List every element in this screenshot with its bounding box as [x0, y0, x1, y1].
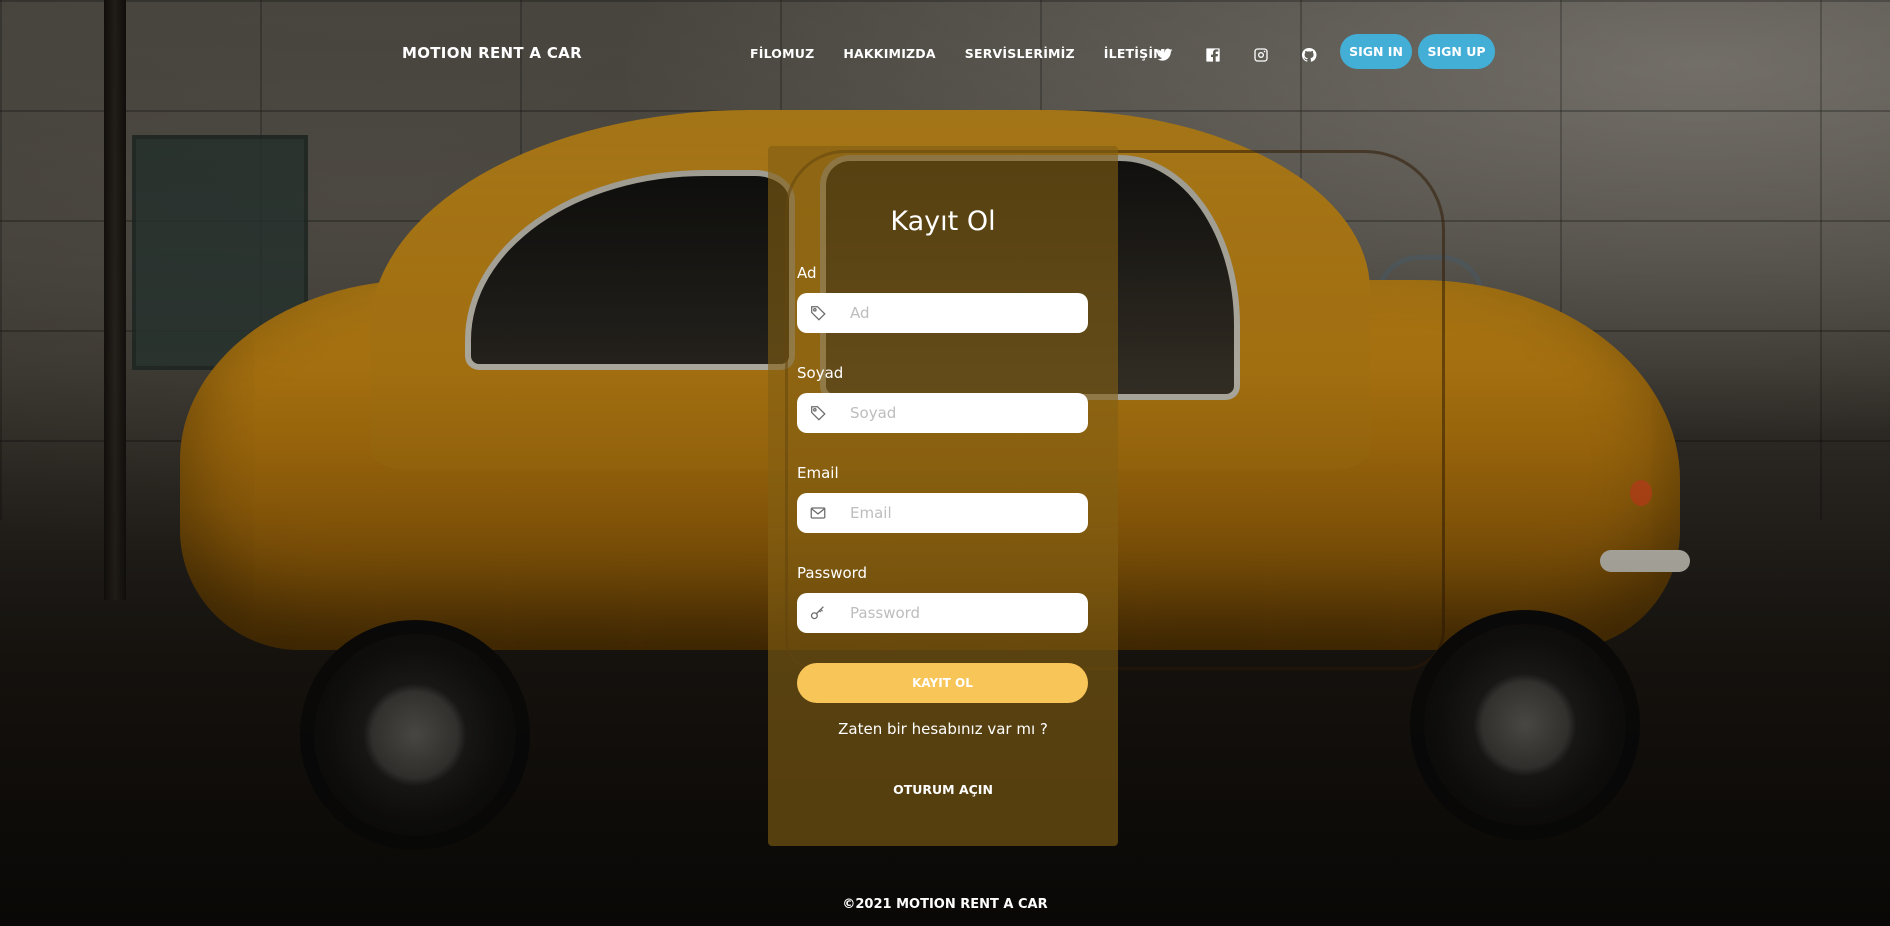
last-name-input[interactable] — [850, 404, 1070, 422]
password-field[interactable] — [797, 593, 1088, 633]
sign-in-button[interactable]: SIGN IN — [1340, 34, 1412, 69]
nav-link-filomuz[interactable]: FİLOMUZ — [750, 46, 814, 61]
tag-icon — [809, 304, 827, 322]
email-input[interactable] — [850, 504, 1070, 522]
last-name-label: Soyad — [797, 364, 844, 382]
instagram-icon[interactable] — [1253, 47, 1271, 65]
twitter-icon[interactable] — [1157, 47, 1175, 65]
github-icon[interactable] — [1301, 47, 1319, 65]
envelope-icon — [809, 504, 827, 522]
key-icon — [809, 604, 827, 622]
first-name-label: Ad — [797, 264, 817, 282]
nav-link-hakkimizda[interactable]: HAKKIMIZDA — [843, 46, 935, 61]
login-link[interactable]: OTURUM AÇIN — [768, 782, 1118, 797]
nav-link-servislerimiz[interactable]: SERVİSLERİMİZ — [965, 46, 1075, 61]
register-card: Kayıt Ol Ad Soyad Email Password KAYIT O… — [768, 146, 1118, 846]
main-nav: FİLOMUZ HAKKIMIZDA SERVİSLERİMİZ İLETİŞİ… — [750, 46, 1195, 61]
facebook-icon[interactable] — [1205, 47, 1223, 65]
brand-logo[interactable]: MOTION RENT A CAR — [402, 44, 582, 62]
password-input[interactable] — [850, 604, 1070, 622]
email-field[interactable] — [797, 493, 1088, 533]
have-account-text: Zaten bir hesabınız var mı ? — [838, 720, 1048, 738]
email-label: Email — [797, 464, 839, 482]
tag-icon — [809, 404, 827, 422]
first-name-field[interactable] — [797, 293, 1088, 333]
register-submit-button[interactable]: KAYIT OL — [797, 663, 1088, 703]
last-name-field[interactable] — [797, 393, 1088, 433]
password-label: Password — [797, 564, 868, 582]
social-links — [1157, 47, 1349, 65]
footer-copyright: ©2021 MOTION RENT A CAR — [842, 897, 1048, 912]
form-title: Kayıt Ol — [890, 206, 996, 237]
sign-up-button[interactable]: SIGN UP — [1418, 34, 1495, 69]
first-name-input[interactable] — [850, 304, 1070, 322]
